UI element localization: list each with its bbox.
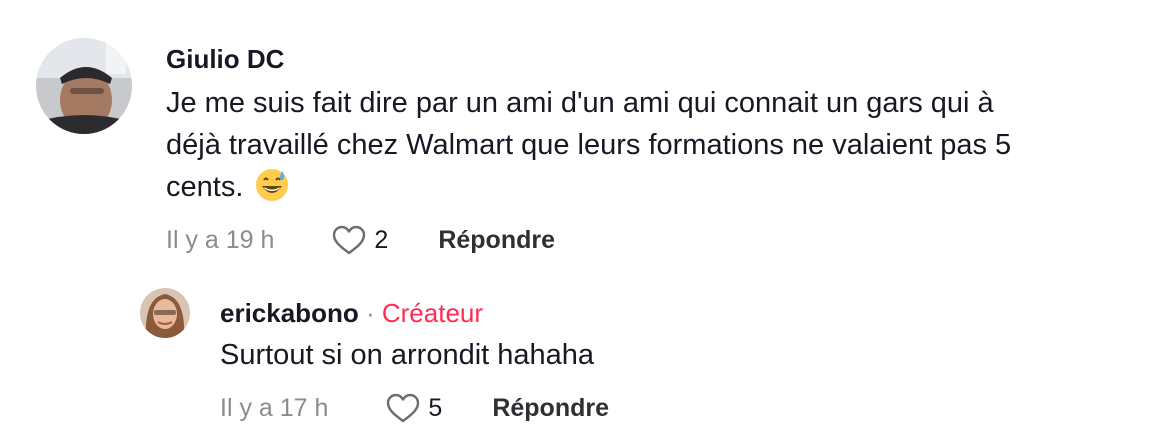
reply-timestamp: Il y a 17 h: [220, 393, 329, 422]
avatar[interactable]: [140, 288, 190, 338]
like-count: 5: [428, 393, 443, 422]
comment-author[interactable]: Giulio DC: [166, 44, 284, 75]
creator-badge: Créateur: [381, 298, 484, 328]
reply-text: Surtout si on arrondit hahaha: [220, 339, 595, 371]
comment-text-line-end: cents.: [166, 171, 244, 203]
avatar-image: [36, 38, 132, 134]
like-button[interactable]: 5: [386, 393, 442, 423]
comment-text: Je me suis fait dire par un ami d'un ami…: [166, 82, 1146, 214]
comment-timestamp: Il y a 19 h: [166, 225, 275, 254]
separator: ·: [365, 298, 375, 328]
comment-text-line: cents.: [166, 166, 1146, 214]
reply-author[interactable]: erickabono: [220, 298, 359, 328]
reply-meta: Il y a 17 h 5 Répondre: [220, 388, 609, 428]
reply-button[interactable]: Répondre: [438, 226, 555, 255]
reply-button[interactable]: Répondre: [492, 394, 609, 423]
heart-icon: [333, 225, 366, 255]
comment: Giulio DC Je me suis fait dire par un am…: [0, 0, 1166, 270]
comment-text-line: Je me suis fait dire par un ami d'un ami…: [166, 87, 994, 119]
like-count: 2: [374, 225, 389, 254]
comment-meta: Il y a 19 h 2 Répondre: [166, 220, 555, 260]
reply-author-line: erickabono · Créateur: [220, 298, 483, 329]
grinning-face-with-sweat-icon: [255, 168, 289, 214]
reply-comment: erickabono · Créateur Surtout si on arro…: [0, 270, 1166, 446]
comment-text-line: déjà travaillé chez Walmart que leurs fo…: [166, 129, 1012, 161]
avatar[interactable]: [36, 38, 132, 134]
heart-icon: [387, 393, 420, 423]
avatar-image: [140, 288, 190, 338]
like-button[interactable]: 2: [332, 225, 388, 255]
